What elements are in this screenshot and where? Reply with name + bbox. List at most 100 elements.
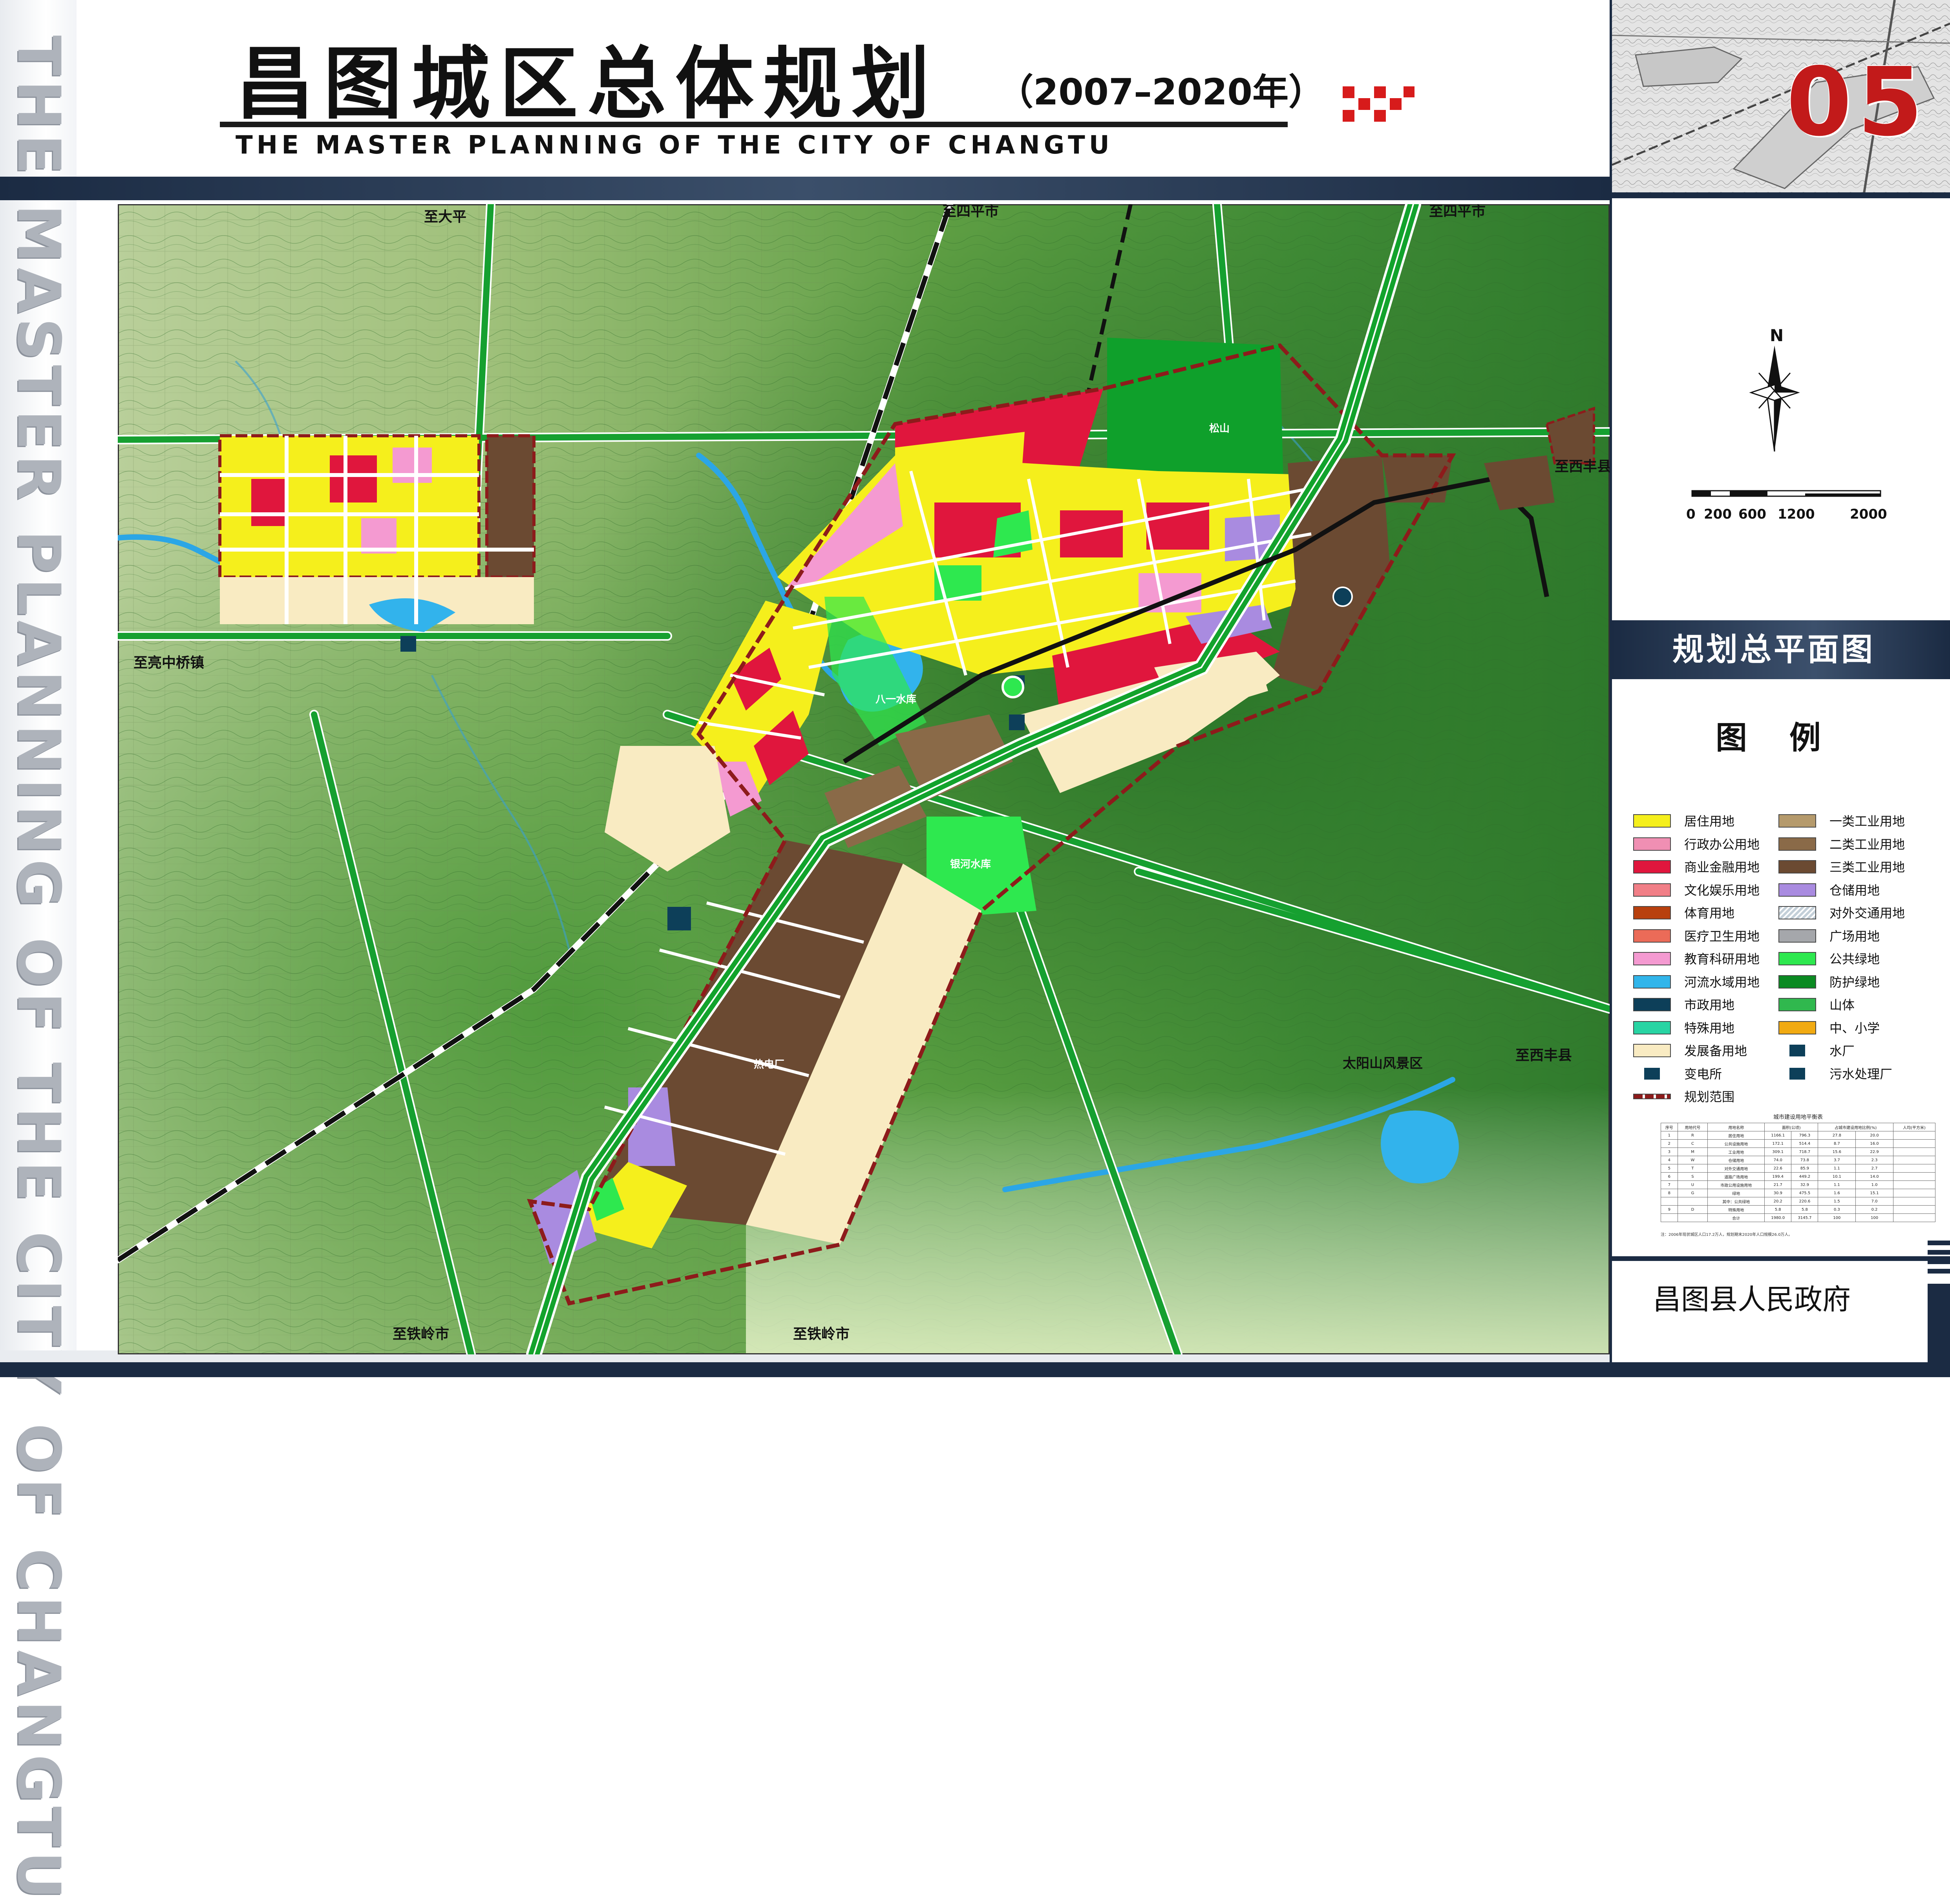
table-cell: T [1677, 1164, 1708, 1173]
planning-period: （2007–2020年） [997, 71, 1325, 113]
legend-swatch [1633, 952, 1671, 965]
table-cell: 合计 [1707, 1213, 1765, 1222]
legend-swatch [1633, 860, 1671, 873]
table-cell: 1.6 [1818, 1189, 1856, 1197]
legend-label: 规划范围 [1684, 1089, 1735, 1104]
map-label: 至亮中桥镇 [133, 655, 204, 671]
table-cell: 5.8 [1764, 1205, 1792, 1214]
legend-label: 居住用地 [1684, 814, 1735, 829]
table-cell: 6 [1661, 1172, 1678, 1181]
table-cell: M [1677, 1148, 1708, 1156]
table-cell [1893, 1156, 1936, 1164]
legend-swatch [1633, 929, 1671, 943]
table-cell: 2.7 [1855, 1164, 1893, 1173]
table-cell: 绿地 [1707, 1189, 1765, 1197]
table-cell: 1.1 [1818, 1180, 1856, 1189]
legend-label: 对外交通用地 [1829, 906, 1905, 921]
table-cell: R [1677, 1131, 1708, 1140]
table-header-cell: 占城市建设用地比例(%) [1818, 1123, 1893, 1131]
table-cell: 20.0 [1855, 1131, 1893, 1140]
legend-label: 污水处理厂 [1829, 1066, 1893, 1082]
table-cell: 15.6 [1818, 1148, 1856, 1156]
table-row: 6 S 道路广场用地 199.4 449.2 10.1 14.0 [1661, 1172, 1936, 1181]
table-cell: 220.6 [1791, 1197, 1818, 1206]
table-cell: 3.7 [1818, 1156, 1856, 1164]
legend-swatch [1778, 814, 1816, 828]
table-cell: 20.2 [1764, 1197, 1792, 1206]
legend-swatch [1633, 1094, 1671, 1099]
table-cell: 8.7 [1818, 1139, 1856, 1148]
table-cell: S [1677, 1172, 1708, 1181]
table-cell: 718.7 [1791, 1148, 1818, 1156]
table-cell: 309.1 [1764, 1148, 1792, 1156]
table-cell: 30.9 [1764, 1189, 1792, 1197]
table-cell: 仓储用地 [1707, 1156, 1765, 1164]
decorative-stripes [1928, 1241, 1950, 1377]
table-cell: 1166.1 [1764, 1131, 1792, 1140]
table-row: 其中：公共绿地 20.2 220.6 1.5 7.0 [1661, 1197, 1936, 1206]
legend-swatch [1778, 975, 1816, 989]
legend-label: 行政办公用地 [1684, 837, 1760, 852]
table-row: 2 C 公共设施用地 172.1 514.4 8.7 16.0 [1661, 1139, 1936, 1148]
table-cell: 796.3 [1791, 1131, 1818, 1140]
scale-label-600: 600 [1738, 506, 1766, 522]
stats-table-title: 城市建设用地平衡表 [1773, 1114, 1823, 1120]
table-header-cell: 序号 [1661, 1123, 1678, 1131]
title-rule [220, 122, 1288, 127]
legend-swatch [1778, 906, 1816, 919]
facility-icon [1789, 1045, 1805, 1056]
legend-swatch [1778, 952, 1816, 965]
legend-label: 中、小学 [1829, 1020, 1880, 1036]
table-row: 3 M 工业用地 309.1 718.7 15.6 22.9 [1661, 1148, 1936, 1156]
scale-label-200: 200 [1704, 506, 1732, 522]
table-cell: 0.3 [1818, 1205, 1856, 1214]
table-row: 9 D 特殊用地 5.8 5.8 0.3 0.2 [1661, 1205, 1936, 1214]
table-cell: 172.1 [1764, 1139, 1792, 1148]
map-label: 至西丰县 [1555, 459, 1610, 475]
legend-label: 广场用地 [1829, 928, 1880, 944]
facility-icon [1789, 1067, 1805, 1080]
legend-label: 河流水域用地 [1684, 974, 1760, 990]
west-town [218, 434, 535, 632]
legend-label: 水厂 [1829, 1043, 1855, 1058]
page-title: 昌图城区总体规划 [236, 38, 939, 130]
facility-icon [1644, 1067, 1660, 1080]
legend-swatch [1778, 1067, 1816, 1080]
map-label: 至四平市 [942, 204, 999, 219]
table-cell: 道路广场用地 [1707, 1172, 1765, 1181]
table-row: 5 T 对外交通用地 22.6 85.9 1.1 2.7 [1661, 1164, 1936, 1173]
legend-swatch [1633, 1067, 1671, 1080]
legend-swatch [1778, 929, 1816, 943]
issuer-band [1612, 1256, 1950, 1261]
table-cell: 14.0 [1855, 1172, 1893, 1181]
table-cell [1893, 1180, 1936, 1189]
table-cell: D [1677, 1205, 1708, 1214]
legend-label: 医疗卫生用地 [1684, 928, 1760, 944]
table-row: 4 W 仓储用地 74.0 73.8 3.7 2.3 [1661, 1156, 1936, 1164]
table-cell: 特殊用地 [1707, 1205, 1765, 1214]
table-cell: 1.1 [1818, 1164, 1856, 1173]
master-plan-map[interactable]: 至大平 至四平市 至四平市 至西丰县 至西丰县 至亮中桥镇 至铁岭市 至铁岭市 … [118, 204, 1610, 1354]
table-header-cell: 用地代号 [1677, 1123, 1708, 1131]
logo-mark-icon [1343, 86, 1415, 122]
table-row: 8 G 绿地 30.9 475.5 1.6 15.1 [1661, 1189, 1936, 1197]
legend-swatch [1633, 883, 1671, 897]
map-type-title: 规划总平面图 [1672, 631, 1875, 668]
legend-swatch [1633, 975, 1671, 989]
table-cell: 10.1 [1818, 1172, 1856, 1181]
legend-label: 体育用地 [1684, 906, 1735, 921]
table-cell [1893, 1197, 1936, 1206]
map-label: 至铁岭市 [793, 1326, 850, 1342]
map-label: 太阳山风景区 [1343, 1056, 1423, 1071]
table-cell: 5.8 [1791, 1205, 1818, 1214]
table-header-cell: 用地名称 [1707, 1123, 1765, 1131]
legend-label: 公共绿地 [1829, 952, 1880, 967]
legend-label: 文化娱乐用地 [1684, 883, 1760, 898]
table-cell: 1.5 [1818, 1197, 1856, 1206]
table-cell: 199.4 [1764, 1172, 1792, 1181]
table-cell [1677, 1213, 1708, 1222]
table-cell: 32.9 [1791, 1180, 1818, 1189]
legend-label: 教育科研用地 [1684, 952, 1760, 967]
map-label: 银河水库 [950, 859, 991, 870]
table-cell: 21.7 [1764, 1180, 1792, 1189]
